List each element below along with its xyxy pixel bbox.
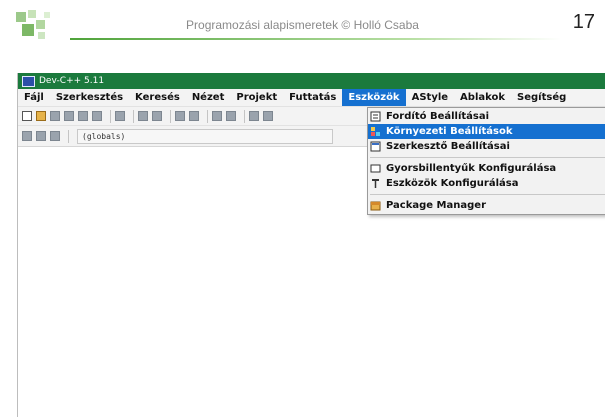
devcpp-app-icon <box>22 75 35 87</box>
print-icon[interactable] <box>115 111 125 121</box>
scope-selector[interactable]: (globals) <box>77 128 333 144</box>
menu-item-label: Package Manager <box>386 200 486 211</box>
goto-function-icon[interactable] <box>226 111 236 121</box>
new-file-icon[interactable] <box>22 111 32 121</box>
toolbar-separator <box>244 109 245 123</box>
open-file-icon[interactable] <box>36 111 46 121</box>
add-bookmark-icon[interactable] <box>22 131 32 141</box>
menu-edit[interactable]: Szerkesztés <box>50 89 129 106</box>
devcpp-window: Dev-C++ 5.11 Fájl Szerkesztés Keresés Né… <box>17 73 605 417</box>
unindent-icon[interactable] <box>263 111 273 121</box>
window-titlebar[interactable]: Dev-C++ 5.11 <box>18 73 605 89</box>
menu-project[interactable]: Projekt <box>230 89 283 106</box>
save-all-icon[interactable] <box>64 111 74 121</box>
slide-header-rule <box>70 38 561 40</box>
prev-bookmark-icon[interactable] <box>36 131 46 141</box>
menu-item-label: Fordító Beállításai <box>386 111 490 122</box>
menu-view[interactable]: Nézet <box>186 89 231 106</box>
menu-help[interactable]: Segítség <box>511 89 572 106</box>
replace-icon[interactable] <box>189 111 199 121</box>
menu-item-configure-shortcuts[interactable]: Gyorsbillentyűk Konfigurálása <box>368 161 605 176</box>
menu-item-label: Szerkesztő Beállításai <box>386 141 510 152</box>
menu-tools[interactable]: Eszközök <box>342 89 406 106</box>
toolbar-separator <box>68 129 69 143</box>
menu-item-editor-options[interactable]: Szerkesztő Beállításai <box>368 139 605 154</box>
undo-icon[interactable] <box>138 111 148 121</box>
environment-options-icon <box>370 126 381 137</box>
menu-astyle[interactable]: AStyle <box>406 89 454 106</box>
indent-icon[interactable] <box>249 111 259 121</box>
toolbar-separator <box>110 109 111 123</box>
menu-separator <box>370 157 605 158</box>
find-icon[interactable] <box>175 111 185 121</box>
menu-item-compiler-options[interactable]: Fordító Beállításai <box>368 109 605 124</box>
next-bookmark-icon[interactable] <box>50 131 60 141</box>
compiler-settings-icon <box>370 111 381 122</box>
package-manager-icon <box>370 200 381 211</box>
toolbar-separator <box>207 109 208 123</box>
tools-icon <box>370 178 381 189</box>
menu-item-label: Eszközök Konfigurálása <box>386 178 519 189</box>
window-title: Dev-C++ 5.11 <box>39 76 105 86</box>
menu-item-package-manager[interactable]: Package Manager <box>368 198 605 213</box>
menu-item-configure-tools[interactable]: Eszközök Konfigurálása <box>368 176 605 191</box>
toolbar-separator <box>133 109 134 123</box>
menu-search[interactable]: Keresés <box>129 89 186 106</box>
close-icon[interactable] <box>78 111 88 121</box>
menu-separator <box>370 194 605 195</box>
slide-title: Programozási alapismeretek © Holló Csaba <box>186 18 419 32</box>
close-all-icon[interactable] <box>92 111 102 121</box>
save-icon[interactable] <box>50 111 60 121</box>
slide-page-number: 17 <box>572 11 595 33</box>
menu-windows[interactable]: Ablakok <box>454 89 511 106</box>
menu-execute[interactable]: Futtatás <box>283 89 342 106</box>
redo-icon[interactable] <box>152 111 162 121</box>
menu-item-label: Gyorsbillentyűk Konfigurálása <box>386 163 557 174</box>
toolbar-separator <box>170 109 171 123</box>
menu-bar: Fájl Szerkesztés Keresés Nézet Projekt F… <box>18 89 605 107</box>
goto-line-icon[interactable] <box>212 111 222 121</box>
editor-options-icon <box>370 141 381 152</box>
menu-file[interactable]: Fájl <box>18 89 50 106</box>
shortcuts-icon <box>370 163 381 174</box>
menu-item-environment-options[interactable]: Környezeti Beállítások <box>368 124 605 139</box>
tools-dropdown-menu: Fordító Beállításai Környezeti Beállítás… <box>367 107 605 215</box>
menu-item-label: Környezeti Beállítások <box>386 126 513 137</box>
